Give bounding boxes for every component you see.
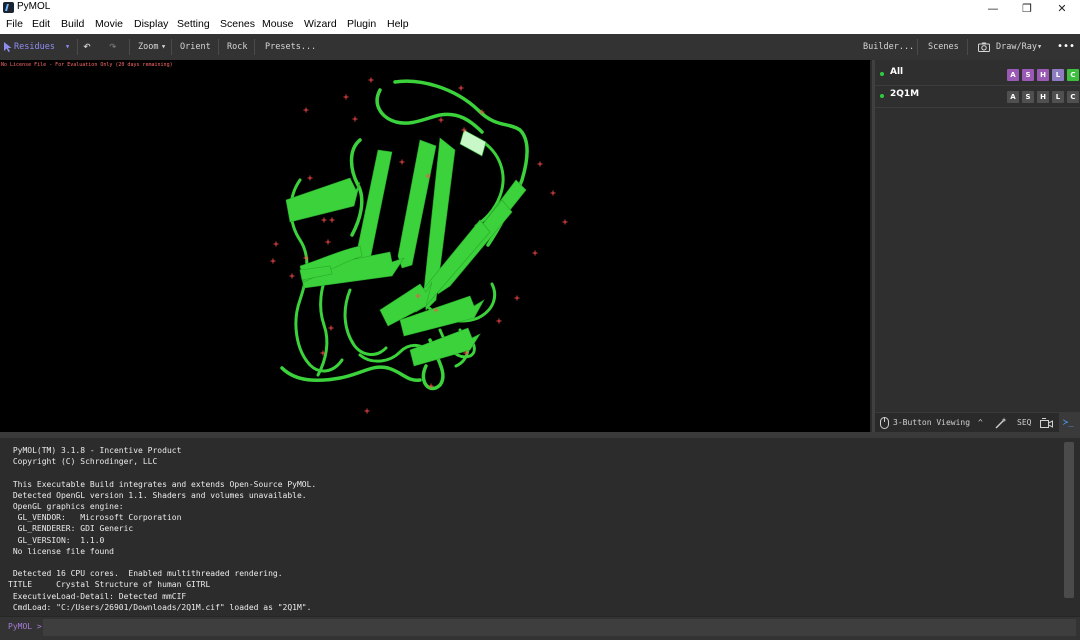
object-row-all[interactable]: All A S H L C [875,63,1080,86]
molecular-viewport[interactable]: No License File - For Evaluation Only (2… [0,60,870,432]
chevron-down-icon[interactable]: ▾ [65,34,70,60]
object-panel: All A S H L C 2Q1M A S H L C 3-Button Vi… [872,60,1080,433]
camera-icon[interactable] [978,42,990,52]
label-button[interactable]: L [1052,91,1064,103]
pymol-app-icon [3,2,14,13]
show-button[interactable]: S [1022,91,1034,103]
visibility-dot-icon[interactable] [880,72,884,76]
show-button[interactable]: S [1022,69,1034,81]
sequence-toggle-button[interactable]: SEQ [1017,413,1031,433]
cursor-arrow-icon [4,42,12,52]
terminal-prompt-icon: ≻_ [1063,418,1074,428]
maximize-button[interactable]: ❐ [1010,0,1044,17]
menu-bar: File Edit Build Movie Display Setting Sc… [0,17,1080,35]
menu-wizard[interactable]: Wizard [304,18,337,30]
object-name: All [890,67,904,77]
video-icon[interactable] [1040,418,1053,428]
object-row-2q1m[interactable]: 2Q1M A S H L C [875,85,1080,108]
menu-movie[interactable]: Movie [95,18,123,30]
magic-wand-icon[interactable] [995,417,1007,429]
visibility-dot-icon[interactable] [880,94,884,98]
undo-icon[interactable]: ↶ [83,34,91,60]
color-button[interactable]: C [1067,91,1079,103]
menu-display[interactable]: Display [134,18,168,30]
menu-help[interactable]: Help [387,18,409,30]
console-toggle-button[interactable]: ≻_ [1059,413,1080,433]
console-output: PyMOL(TM) 3.1.8 - Incentive Product Copy… [0,438,1062,616]
draw-ray-button[interactable]: Draw/Ray [996,34,1037,60]
zoom-button[interactable]: Zoom [138,34,158,60]
menu-scenes[interactable]: Scenes [220,18,255,30]
mouse-icon [880,417,889,429]
menu-edit[interactable]: Edit [32,18,50,30]
toolbar-divider [917,39,918,55]
hide-button[interactable]: H [1037,69,1049,81]
rock-button[interactable]: Rock [227,34,247,60]
toolbar-divider [77,39,78,55]
toolbar-divider [218,39,219,55]
action-button[interactable]: A [1007,69,1019,81]
menu-mouse[interactable]: Mouse [262,18,294,30]
command-input[interactable] [43,619,1076,636]
window-titlebar: PyMOL — ❐ ✕ [0,0,1080,17]
scenes-button[interactable]: Scenes [928,34,959,60]
menu-file[interactable]: File [6,18,23,30]
toolbar-divider [129,39,130,55]
toolbar-divider [171,39,172,55]
command-bar: PyMOL > [0,616,1080,640]
beta-sheets [285,129,527,367]
window-title: PyMOL [17,1,51,12]
mouse-mode-label[interactable]: 3-Button Viewing [893,413,970,433]
redo-icon[interactable]: ↷ [109,34,117,60]
label-button[interactable]: L [1052,69,1064,81]
object-name: 2Q1M [890,89,920,99]
toolbar-divider [967,39,968,55]
console-scrollbar-thumb[interactable] [1064,442,1074,598]
orient-button[interactable]: Orient [180,34,211,60]
chevron-down-icon[interactable]: ▾ [1037,34,1042,60]
command-prompt-label: PyMOL > [8,622,42,631]
main-toolbar: Residues ▾ ↶ ↷ Zoom ▾ Orient Rock Preset… [0,34,1080,61]
menu-setting[interactable]: Setting [177,18,210,30]
toolbar-divider [254,39,255,55]
color-button[interactable]: C [1067,69,1079,81]
builder-button[interactable]: Builder... [863,34,914,60]
minimize-button[interactable]: — [976,0,1010,17]
panel-bottom-bar: 3-Button Viewing ^ SEQ ≻_ [875,412,1080,433]
protein-cartoon [270,77,568,414]
menu-plugin[interactable]: Plugin [347,18,376,30]
console-text: PyMOL(TM) 3.1.8 - Incentive Product Copy… [8,446,317,612]
selection-mode-dropdown[interactable]: Residues [14,34,55,60]
menu-build[interactable]: Build [61,18,84,30]
hide-button[interactable]: H [1037,91,1049,103]
action-button[interactable]: A [1007,91,1019,103]
presets-button[interactable]: Presets... [265,34,316,60]
close-button[interactable]: ✕ [1045,0,1079,17]
more-options-icon[interactable]: ••• [1057,34,1075,60]
chevron-down-icon[interactable]: ▾ [161,34,166,60]
chevron-up-icon[interactable]: ^ [978,413,983,433]
